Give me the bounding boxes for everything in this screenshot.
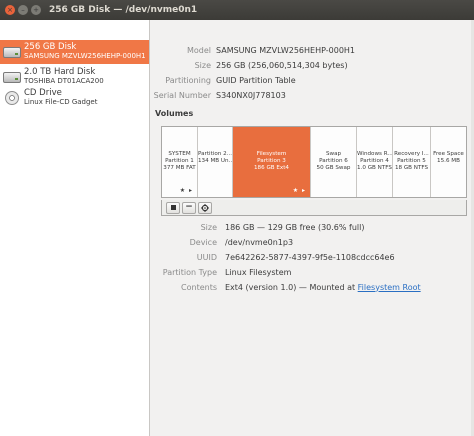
partition-label: Free Space (433, 151, 464, 157)
contents-label: Contents (181, 282, 217, 292)
gear-icon (201, 203, 209, 212)
partition-size-value: 186 GB — 129 GB free (30.6% full) (225, 222, 365, 232)
partitioning-value: GUID Partition Table (216, 75, 296, 85)
partition-flags-icon: ★ ▸ (179, 187, 193, 194)
partition-size-label: Size (200, 222, 217, 232)
partition-label: Windows R... (357, 151, 393, 157)
partitioning-label: Partitioning (165, 75, 211, 85)
partition-5-block[interactable]: Recovery I... Partition 5 18 GB NTFS (393, 127, 431, 197)
partition-label: Swap (325, 151, 342, 157)
hard-disk-icon (3, 70, 21, 84)
partition-3-block[interactable]: Filesystem Partition 3 186 GB Ext4 ★ ▸ (233, 127, 311, 197)
optical-disc-icon (3, 91, 21, 105)
unmount-button[interactable] (166, 201, 180, 214)
partition-4-block[interactable]: Windows R... Partition 4 1.0 GB NTFS (357, 127, 393, 197)
partition-number: Partition 6 (319, 158, 348, 164)
contents-text: Ext4 (version 1.0) — Mounted at (225, 282, 358, 292)
volume-toolbar: − (161, 200, 467, 216)
mount-point-link[interactable]: Filesystem Root (358, 283, 421, 292)
drive-model: SAMSUNG MZVLW256HEHP-000H1 (24, 52, 146, 60)
device-row: Device /dev/nvme0n1p3 (151, 236, 293, 248)
model-row: Model SAMSUNG MZVLW256HEHP-000H1 (151, 44, 355, 56)
partition-number: Partition 1 (165, 158, 194, 164)
drive-details: Model SAMSUNG MZVLW256HEHP-000H1 Size 25… (151, 20, 474, 436)
uuid-value: 7e642262-5877-4397-9f5e-1108cdcc64e6 (225, 252, 395, 262)
contents-row: Contents Ext4 (version 1.0) — Mounted at… (151, 281, 421, 293)
partition-number: Partition 5 (397, 158, 426, 164)
partition-flags-icon: ★ ▸ (292, 187, 306, 194)
drive-model: Linux File-CD Gadget (24, 98, 98, 106)
drive-model: TOSHIBA DT01ACA200 (24, 77, 104, 85)
partition-size: 134 MB Un... (198, 158, 233, 164)
partition-size: 50 GB Swap (316, 165, 351, 171)
partition-number: Partition 3 (257, 158, 286, 164)
drive-list: 256 GB Disk SAMSUNG MZVLW256HEHP-000H1 2… (0, 20, 150, 436)
drive-name: CD Drive (24, 88, 62, 98)
partition-1-block[interactable]: SYSTEM Partition 1 377 MB FAT ★ ▸ (162, 127, 198, 197)
drive-name: 256 GB Disk (24, 42, 77, 52)
partition-type-value: Linux Filesystem (225, 267, 292, 277)
drive-item-256gb[interactable]: 256 GB Disk SAMSUNG MZVLW256HEHP-000H1 (0, 40, 149, 64)
partition-label: Recovery I... (394, 151, 429, 157)
close-window-button[interactable]: × (5, 5, 15, 15)
minus-icon: − (185, 202, 193, 212)
size-value: 256 GB (256,060,514,304 bytes) (216, 60, 348, 70)
partition-label: SYSTEM (168, 151, 191, 157)
contents-value: Ext4 (version 1.0) — Mounted at Filesyst… (225, 283, 421, 292)
partition-type-label: Partition Type (162, 267, 217, 277)
volumes-heading: Volumes (155, 109, 194, 118)
size-label: Size (194, 60, 211, 70)
device-value: /dev/nvme0n1p3 (225, 237, 294, 247)
serial-value: S340NX0J778103 (216, 90, 286, 100)
window-titlebar: × – + 256 GB Disk — /dev/nvme0n1 (0, 0, 474, 20)
partition-label: Partition 2... (198, 151, 232, 157)
partition-size: 15.6 MB (437, 158, 460, 164)
drive-item-cd[interactable]: CD Drive Linux File-CD Gadget (0, 86, 149, 110)
serial-label: Serial Number (153, 90, 211, 100)
uuid-row: UUID 7e642262-5877-4397-9f5e-1108cdcc64e… (151, 251, 395, 263)
partition-size: 186 GB Ext4 (253, 165, 289, 171)
partition-label: Filesystem (256, 151, 287, 157)
partition-6-block[interactable]: Swap Partition 6 50 GB Swap (311, 127, 357, 197)
window-controls: × – + (5, 5, 41, 15)
drive-name: 2.0 TB Hard Disk (24, 67, 96, 77)
partition-2-block[interactable]: Partition 2... 134 MB Un... (198, 127, 233, 197)
partition-number: Partition 4 (360, 158, 389, 164)
window-title: 256 GB Disk — /dev/nvme0n1 (49, 5, 198, 15)
volume-map: SYSTEM Partition 1 377 MB FAT ★ ▸ Partit… (161, 126, 467, 198)
partition-size: 377 MB FAT (163, 165, 196, 171)
partitioning-row: Partitioning GUID Partition Table (151, 74, 296, 86)
maximize-window-button[interactable]: + (31, 5, 41, 15)
partition-size-row: Size 186 GB — 129 GB free (30.6% full) (151, 221, 365, 233)
size-row: Size 256 GB (256,060,514,304 bytes) (151, 59, 348, 71)
model-value: SAMSUNG MZVLW256HEHP-000H1 (216, 45, 356, 55)
delete-partition-button[interactable]: − (182, 201, 196, 214)
partition-size: 1.0 GB NTFS (357, 165, 392, 171)
serial-row: Serial Number S340NX0J778103 (151, 89, 286, 101)
stop-icon (170, 205, 176, 210)
device-label: Device (189, 237, 217, 247)
uuid-label: UUID (196, 252, 217, 262)
partition-size: 18 GB NTFS (394, 165, 429, 171)
model-label: Model (186, 45, 211, 55)
partition-settings-button[interactable] (198, 201, 212, 214)
partition-type-row: Partition Type Linux Filesystem (151, 266, 292, 278)
hard-disk-icon (3, 45, 21, 59)
free-space-block[interactable]: Free Space 15.6 MB (431, 127, 466, 197)
disks-window: 256 GB Disk SAMSUNG MZVLW256HEHP-000H1 2… (0, 20, 474, 436)
minimize-window-button[interactable]: – (18, 5, 28, 15)
